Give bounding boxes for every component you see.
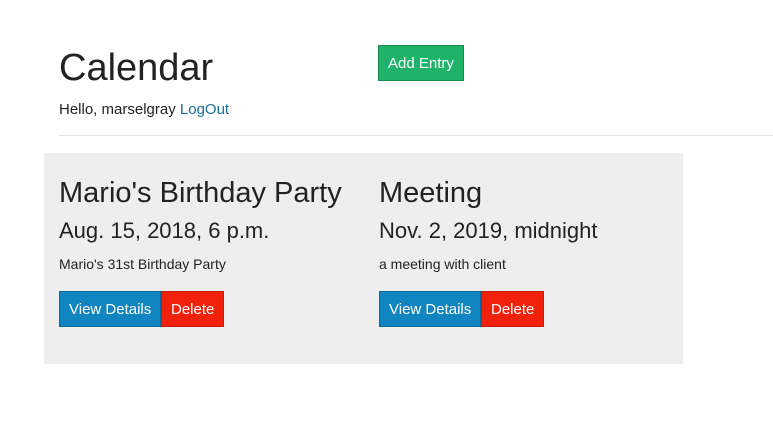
entry-title: Mario's Birthday Party [59, 177, 342, 209]
view-details-button[interactable]: View Details [379, 291, 482, 327]
view-details-button[interactable]: View Details [59, 291, 162, 327]
entry-description: Mario's 31st Birthday Party [59, 256, 226, 272]
entry-date: Aug. 15, 2018, 6 p.m. [59, 218, 270, 243]
page-title: Calendar [59, 47, 214, 89]
logout-link[interactable]: LogOut [180, 101, 229, 118]
greeting-text: Hello, marselgray [59, 101, 176, 118]
delete-button[interactable]: Delete [481, 291, 545, 327]
entries-panel: Mario's Birthday Party Aug. 15, 2018, 6 … [44, 153, 683, 364]
header-divider [59, 135, 773, 136]
entry-actions: View Details Delete [59, 291, 359, 327]
greeting: Hello, marselgray LogOut [59, 100, 229, 120]
entry-date: Nov. 2, 2019, midnight [379, 218, 598, 243]
entry-card: Meeting Nov. 2, 2019, midnight a meeting… [379, 175, 679, 327]
entry-actions: View Details Delete [379, 291, 679, 327]
add-entry-button[interactable]: Add Entry [378, 45, 464, 81]
delete-button[interactable]: Delete [161, 291, 225, 327]
entry-card: Mario's Birthday Party Aug. 15, 2018, 6 … [59, 175, 359, 327]
entry-description: a meeting with client [379, 256, 506, 272]
entry-title: Meeting [379, 177, 483, 209]
